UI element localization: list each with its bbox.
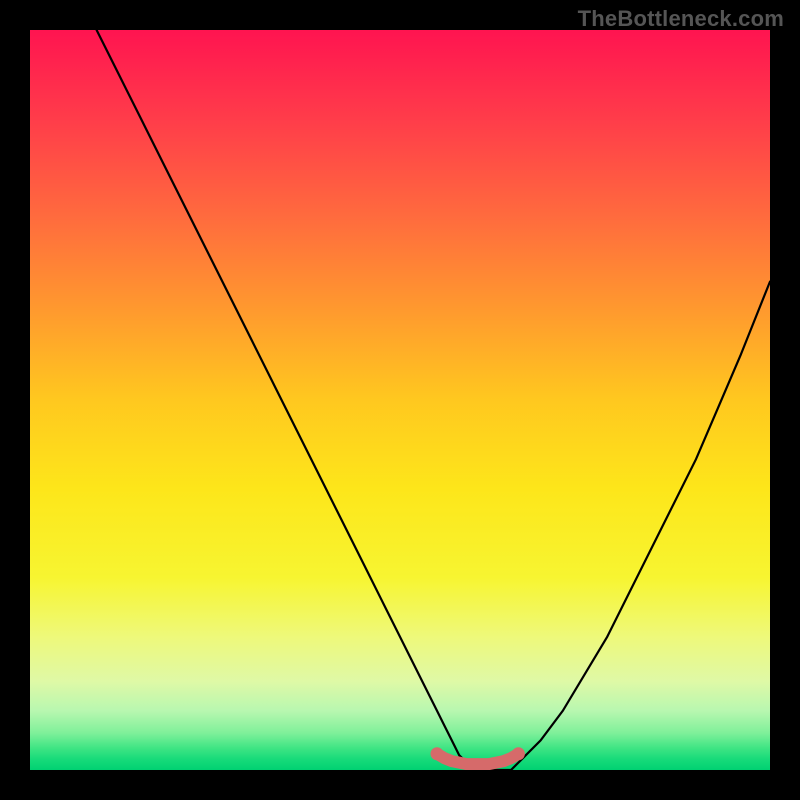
plot-area (30, 30, 770, 770)
floor-dot-left (431, 747, 444, 760)
chart-frame: TheBottleneck.com (0, 0, 800, 800)
floor-band (437, 754, 518, 764)
curve-svg (30, 30, 770, 770)
bottleneck-curve (97, 30, 770, 770)
floor-dot-right (512, 747, 525, 760)
watermark-text: TheBottleneck.com (578, 6, 784, 32)
